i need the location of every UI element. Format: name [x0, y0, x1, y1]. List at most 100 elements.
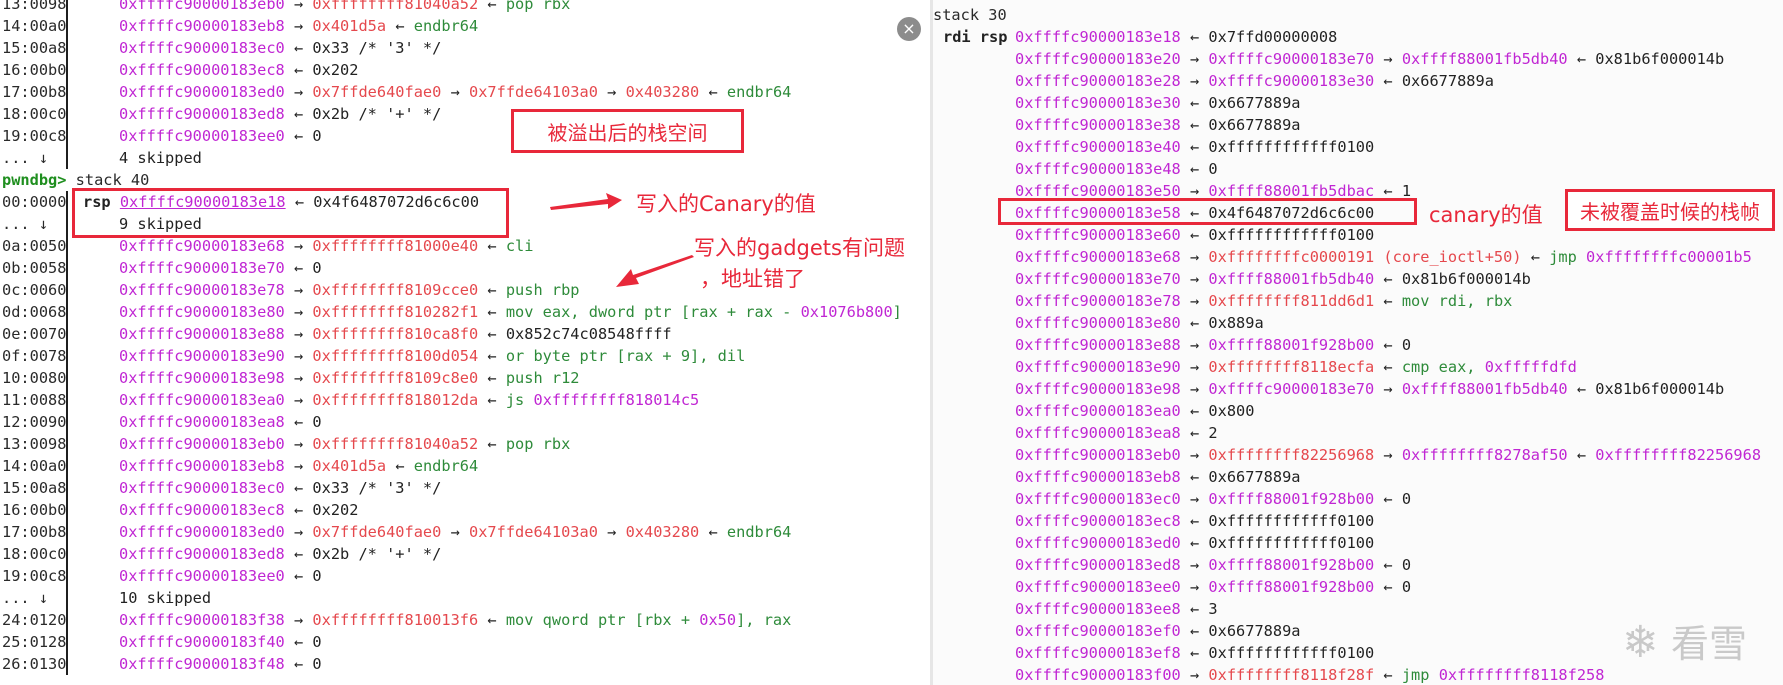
command-text: stack 40 [66, 171, 150, 189]
gutter-bar [66, 411, 68, 433]
stack-entry: 0xffffc90000183ed0 → 0x7ffde640fae0 → 0x… [119, 521, 791, 543]
stack-address: 0xffffc90000183e78 [119, 281, 285, 299]
deref-arrow: ← [386, 17, 414, 35]
pointer-arrow: → [284, 347, 313, 365]
stack-entry: 0xffffc90000183f48 ← 0 [119, 653, 322, 675]
deref-arrow: → [1374, 446, 1402, 464]
gutter-bar [66, 587, 68, 609]
stack-offset: 16:00b0 [2, 501, 67, 519]
pointer-arrow: → [1180, 578, 1209, 596]
stack-entry: 0xffffc90000183ea0 ← 0x800 [1015, 400, 1254, 422]
skipped-row: ... ↓ 10 skipped [0, 587, 930, 609]
deref-value: 0xffff88001fb5db40 [1401, 50, 1568, 68]
pointer-arrow: ← [284, 655, 313, 673]
stack-address: 0xffffc90000183e20 [1015, 50, 1181, 68]
pointed-value: 0 [312, 127, 322, 145]
stack-entry: 0xffffc90000183e78 → 0xffffffff8109cce0 … [119, 279, 580, 301]
pointed-value: 0xffffffffffff0100 [1208, 138, 1375, 156]
stack-row: 0xffffc90000183ee0 → 0xffff88001f928b00 … [933, 576, 1783, 598]
stack-offset: 19:00c8 [2, 127, 67, 145]
close-icon[interactable]: × [897, 17, 921, 41]
deref-value: 0x6677889a [1401, 72, 1494, 90]
pointer-arrow: → [1180, 248, 1209, 266]
pointer-arrow: ← [284, 633, 313, 651]
deref-arrow: ← [1567, 380, 1596, 398]
stack-entry: 0xffffc90000183e20 → 0xffffc90000183e70 … [1015, 48, 1724, 70]
instruction-immediate: 0x1076b800 [800, 303, 893, 321]
stack-entry: 0xffffc90000183e40 ← 0xffffffffffff0100 [1015, 136, 1374, 158]
gutter-bar [66, 433, 68, 455]
pointer-arrow: ← [1180, 160, 1209, 178]
deref-arrow: ← [478, 611, 506, 629]
gutter-bar [66, 323, 68, 345]
stack-row: 0xffffc90000183ea0 ← 0x800 [933, 400, 1783, 422]
gutter-bar [66, 37, 68, 59]
pointer-arrow: ← [284, 501, 313, 519]
instruction: mov rdi, rbx [1401, 292, 1522, 310]
stack-entry: 0xffffc90000183eb8 ← 0x6677889a [1015, 466, 1301, 488]
annotation-canary-value: canary的值 [1429, 203, 1543, 227]
instruction: endbr64 [413, 17, 479, 35]
pointer-arrow: → [284, 0, 313, 13]
deref-arrow: ← [1374, 358, 1402, 376]
stack-row: 0xffffc90000183e48 ← 0 [933, 158, 1783, 180]
deref-arrow: ← [1374, 292, 1402, 310]
instruction: push r12 [505, 369, 580, 387]
instruction: mov qword ptr [rbx + [505, 611, 700, 629]
pointed-value: 0x7ffde640fae0 [312, 523, 442, 541]
stack-entry: 0xffffc90000183e88 → 0xffffffff810ca8f0 … [119, 323, 672, 345]
stack-row: 13:0098 0xffffc90000183eb0 → 0xffffffff81… [0, 433, 930, 455]
deref-value: 0x403280 [625, 523, 700, 541]
stack-entry: 0xffffc90000183f38 → 0xffffffff810013f6 … [119, 609, 791, 631]
stack-address: 0xffffc90000183ed0 [119, 83, 285, 101]
stack-offset: 0c:0060 [2, 281, 67, 299]
pointed-value: 0xffffffff8100d054 [312, 347, 479, 365]
pointer-arrow: → [284, 435, 313, 453]
stack-address: 0xffffc90000183ec0 [119, 479, 285, 497]
pointed-value: 0xffffffffffff0100 [1208, 534, 1375, 552]
stack-address: 0xffffc90000183ea8 [1015, 424, 1181, 442]
stack-offset: 18:00c0 [2, 545, 67, 563]
stack-row: 0xffffc90000183ec8 ← 0xffffffffffff0100 [933, 510, 1783, 532]
stack-address: 0xffffc90000183ee0 [119, 567, 285, 585]
pointed-value: 0x7ffde640fae0 [312, 83, 442, 101]
pointer-arrow: → [284, 369, 313, 387]
stack-address: 0xffffc90000183e68 [119, 237, 285, 255]
stack-entry: 0xffffc90000183e90 → 0xffffffff8118ecfa … [1015, 356, 1577, 378]
stack-row: 0xffffc90000183e70 → 0xffff88001fb5db40 … [933, 268, 1783, 290]
gutter-bar [66, 477, 68, 499]
pointed-value: 0xffff88001fb5db40 [1208, 270, 1375, 288]
pointer-arrow: → [284, 17, 313, 35]
stack-address: 0xffffc90000183e78 [1015, 292, 1181, 310]
gutter-bar [66, 455, 68, 477]
pointer-arrow: → [1180, 490, 1209, 508]
pointer-arrow: ← [284, 567, 313, 585]
prompt-label: pwndbg> [2, 171, 67, 189]
pointer-arrow: ← [1180, 600, 1209, 618]
stack-entry: 4 skipped [119, 147, 202, 169]
pointer-arrow: ← [1180, 138, 1209, 156]
deref-arrow: ← [478, 435, 506, 453]
stack-address: 0xffffc90000183e80 [119, 303, 285, 321]
deref-arrow: ← [1567, 446, 1596, 464]
right-stack-listing: stack 30 rdi rsp 0xffffc90000183e18 ← 0x7f… [933, 4, 1783, 685]
stack-entry: 0xffffc90000183e98 → 0xffffffff8109c8e0 … [119, 367, 580, 389]
stack-entry: 0xffffc90000183eb8 → 0x401d5a ← endbr64 [119, 15, 478, 37]
stack-row: 15:00a8 0xffffc90000183ec0 ← 0x33 /* '3' … [0, 477, 930, 499]
stack-address: 0xffffc90000183eb8 [119, 457, 285, 475]
pointer-arrow: → [284, 391, 313, 409]
stack-row: 24:0120 0xffffc90000183f38 → 0xffffffff81… [0, 609, 930, 631]
instruction-immediate: 0xffffffff818014c5 [533, 391, 700, 409]
pointer-arrow: ← [284, 545, 313, 563]
annotation-uncovered-frame: 未被覆盖时候的栈帧 [1565, 189, 1775, 231]
instruction: pop rbx [505, 0, 571, 13]
instruction-immediate: 0xffffffff8118f258 [1438, 666, 1605, 684]
stack-entry: 0xffffc90000183e70 ← 0 [119, 257, 322, 279]
stack-row: 0xffffc90000183e68 → 0xffffffffc0000191 … [933, 246, 1783, 268]
pointed-value: 0 [312, 567, 322, 585]
left-terminal-pane: 13:0098 0xffffc90000183eb0 → 0xffffffff81… [0, 0, 930, 685]
pointed-value: 0x401d5a [312, 17, 387, 35]
pointer-arrow: → [1180, 556, 1209, 574]
pointer-arrow: → [284, 325, 313, 343]
stack-row: 12:0090 0xffffc90000183ea8 ← 0 [0, 411, 930, 433]
